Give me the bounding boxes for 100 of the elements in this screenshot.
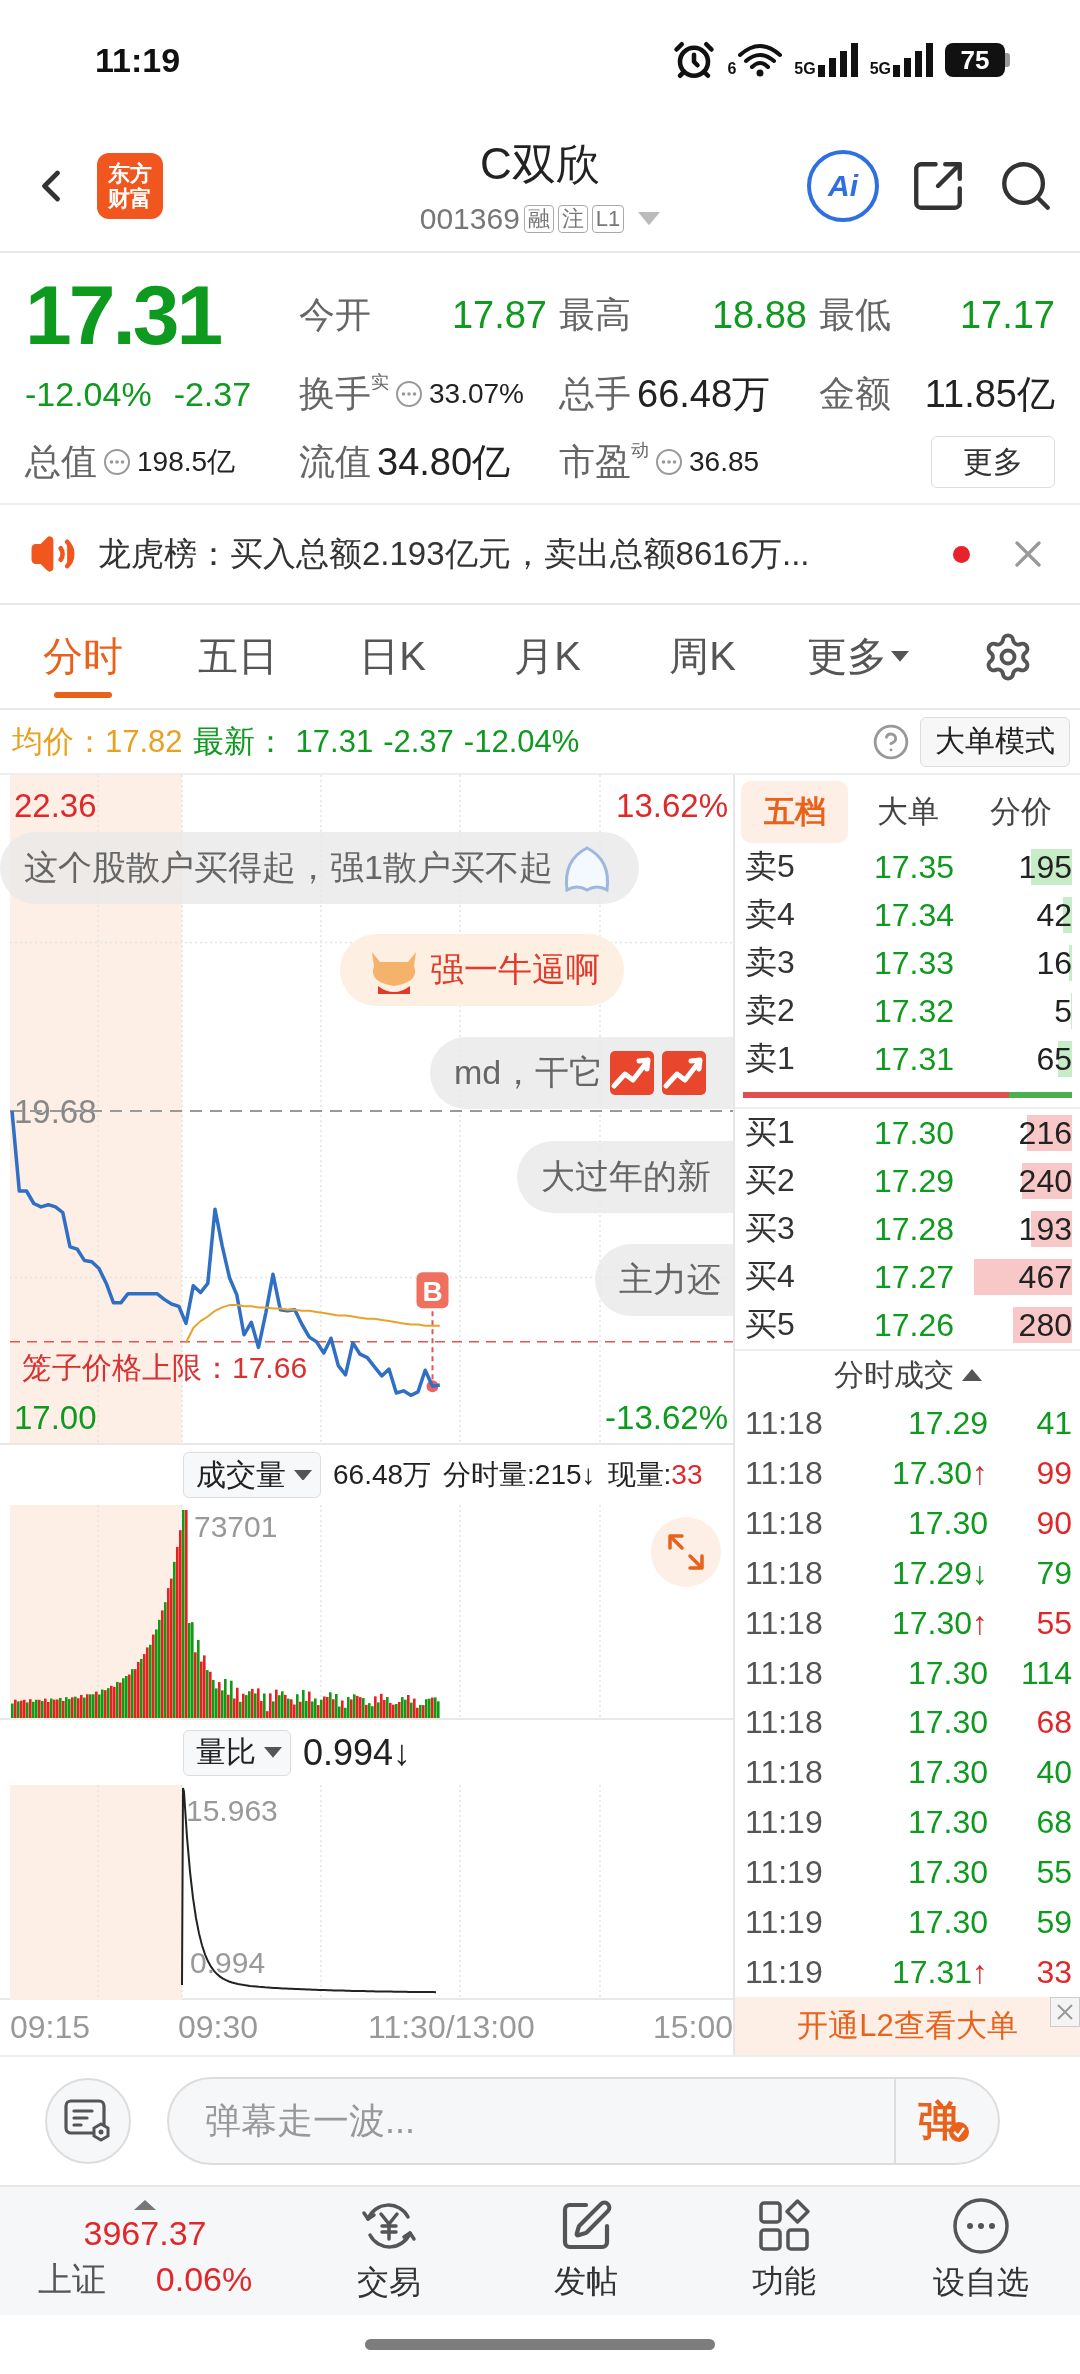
trade-volume: 90 xyxy=(1036,1505,1072,1543)
order-price: 17.35 xyxy=(873,848,955,886)
chart-tab[interactable]: 周K xyxy=(625,605,780,708)
close-icon xyxy=(1055,2002,1075,2022)
axis-label: 22.36 xyxy=(14,787,97,825)
indicator-dropdown[interactable]: 成交量 xyxy=(183,1452,321,1498)
order-price: 17.27 xyxy=(873,1258,955,1296)
network-label: 5G xyxy=(794,61,816,77)
order-price: 17.31 xyxy=(873,1040,955,1078)
index-name: 上证 xyxy=(37,2258,106,2300)
current-volume: 33 xyxy=(671,1459,703,1491)
nav-item[interactable]: 功能 xyxy=(685,2187,883,2315)
price-limit-label: 笼子价格上限：17.66 xyxy=(22,1350,308,1384)
nav-item[interactable]: 交易 xyxy=(290,2187,488,2315)
trade-time: 11:18 xyxy=(745,1554,823,1592)
trade-volume: 33 xyxy=(1036,1953,1072,1991)
axis-label: 13.62% xyxy=(616,787,728,825)
dropdown-caret-icon xyxy=(890,651,909,662)
caret-icon xyxy=(294,1469,312,1481)
trade-time: 11:18 xyxy=(745,1654,823,1692)
trade-price: 17.29↓ xyxy=(891,1554,989,1592)
time-axis-label: 09:15 xyxy=(10,2009,91,2046)
latest-price: 17.31 xyxy=(295,723,374,760)
trade-time: 11:18 xyxy=(745,1704,823,1742)
chart-tab[interactable]: 日K xyxy=(315,605,470,708)
latest-change: -2.37 xyxy=(383,723,454,760)
order-price: 17.29 xyxy=(873,1162,955,1200)
large-order-mode-button[interactable]: 大单模式 xyxy=(920,716,1070,767)
latest-label: 最新： xyxy=(192,722,286,761)
expand-icon xyxy=(666,1532,706,1572)
order-book-tab[interactable]: 大单 xyxy=(854,781,961,843)
trade-volume: 68 xyxy=(1036,1804,1072,1842)
trade-time: 11:19 xyxy=(745,1804,823,1842)
order-level-label: 卖1 xyxy=(745,1039,795,1078)
trade-volume: 55 xyxy=(1036,1604,1072,1642)
network-label: 5G xyxy=(869,61,891,77)
trade-volume: 59 xyxy=(1036,1903,1072,1941)
trade-volume: 99 xyxy=(1036,1455,1072,1493)
chart-tab[interactable]: 五日 xyxy=(160,605,315,708)
stat-value: 18.88 xyxy=(711,293,807,337)
axis-label: -13.62% xyxy=(605,1399,728,1437)
wifi-icon xyxy=(738,43,783,77)
market-index-button[interactable]: 3967.37 上证 0.06% xyxy=(0,2187,290,2315)
more-button[interactable]: 更多 xyxy=(931,436,1055,488)
order-price: 17.26 xyxy=(873,1306,955,1344)
stat-label: 流值 xyxy=(299,439,371,484)
latest-percent: -12.04% xyxy=(463,723,580,760)
ai-button[interactable]: Ai xyxy=(807,149,879,222)
trade-volume: 55 xyxy=(1036,1853,1072,1891)
chat-settings-icon xyxy=(63,2098,113,2144)
stock-code: 001369 xyxy=(419,202,520,236)
time-axis-label: 09:30 xyxy=(178,2009,259,2046)
order-price: 17.34 xyxy=(873,896,955,934)
order-price: 17.28 xyxy=(873,1210,955,1248)
stat-label: 今开 xyxy=(299,292,371,337)
trade-volume: 114 xyxy=(1021,1654,1072,1692)
notice-text[interactable]: 龙虎榜：买入总额2.193亿元，卖出总额8616万... xyxy=(98,531,931,577)
change-percent: -12.04% xyxy=(25,374,152,414)
marker-dot xyxy=(426,1380,439,1393)
status-time: 11:19 xyxy=(95,40,181,80)
trade-time: 11:19 xyxy=(745,1903,823,1941)
trade-volume: 79 xyxy=(1036,1554,1072,1592)
close-button[interactable] xyxy=(1050,1997,1080,2027)
trade-price: 17.30 xyxy=(907,1853,989,1891)
total-volume: 66.48万 xyxy=(333,1458,432,1492)
rising-chart-sticker-icon xyxy=(661,1050,708,1096)
order-volume: 467 xyxy=(972,1259,1072,1295)
order-book-tab[interactable]: 分价 xyxy=(967,781,1074,843)
nav-item[interactable]: 设自选 xyxy=(882,2187,1080,2315)
axis-label: 15.963 xyxy=(186,1794,278,1827)
stat-label: 最高 xyxy=(559,292,631,337)
order-level-label: 买1 xyxy=(745,1113,795,1152)
trade-price: 17.30 xyxy=(907,1654,989,1692)
trade-volume: 40 xyxy=(1036,1754,1072,1792)
trade-time: 11:18 xyxy=(745,1754,823,1792)
stat-value: 66.48万 xyxy=(637,371,771,417)
chart-tab[interactable]: 更多 xyxy=(780,605,935,708)
trade-price: 17.29 xyxy=(907,1405,989,1443)
stat-value: 198.5亿 xyxy=(137,445,236,479)
nav-item[interactable]: 发帖 xyxy=(487,2187,685,2315)
indicator-dropdown[interactable]: 量比 xyxy=(183,1729,291,1776)
order-price: 17.33 xyxy=(873,944,955,982)
stat-value: 36.85 xyxy=(689,446,760,478)
stock-title: C双欣 xyxy=(480,138,600,190)
stock-tag: 注 xyxy=(557,204,588,234)
trade-price: 17.30 xyxy=(907,1804,989,1842)
axis-label: 73701 xyxy=(194,1510,278,1543)
stock-tag: L1 xyxy=(591,204,625,234)
sort-up-icon xyxy=(961,1369,982,1381)
chart-tab[interactable]: 月K xyxy=(470,605,625,708)
index-value: 3967.37 xyxy=(83,2213,207,2253)
trade-price: 17.30↑ xyxy=(891,1455,989,1493)
trade-price: 17.30 xyxy=(907,1754,989,1792)
time-axis-label: 11:30/13:00 xyxy=(368,2009,535,2046)
help-icon[interactable] xyxy=(872,722,910,761)
trade-price: 17.31↑ xyxy=(891,1953,989,1991)
trade-volume: 41 xyxy=(1036,1405,1072,1443)
rising-chart-sticker-icon xyxy=(609,1050,656,1096)
comment-input[interactable]: 弹幕走一波... xyxy=(167,2077,894,2165)
order-price: 17.30 xyxy=(873,1114,955,1152)
